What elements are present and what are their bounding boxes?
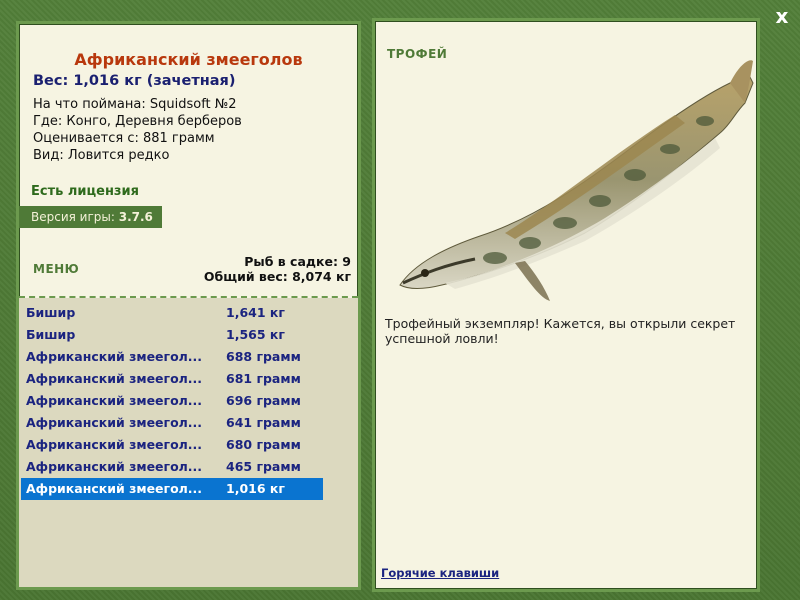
catch-weight: 680 грамм: [226, 437, 301, 452]
catch-weight: 641 грамм: [226, 415, 301, 430]
catch-weight: 1,641 кг: [226, 305, 285, 320]
version-label: Версия игры:: [31, 210, 115, 224]
catch-name: Африканский змеегол...: [26, 415, 203, 430]
catch-row[interactable]: Африканский змеегол... 696 грамм: [21, 390, 323, 412]
threshold-info: Оценивается с: 881 грамм: [33, 131, 215, 146]
license-status: Есть лицензия: [31, 184, 139, 199]
catch-name: Африканский змеегол...: [26, 459, 203, 474]
catch-row[interactable]: Африканский змеегол... 688 грамм: [21, 346, 323, 368]
catch-weight: 681 грамм: [226, 371, 301, 386]
catch-name: Африканский змеегол...: [26, 437, 203, 452]
catch-name: Бишир: [26, 327, 76, 342]
catch-name: Африканский змеегол...: [26, 371, 203, 386]
catch-weight: 465 грамм: [226, 459, 301, 474]
keep-count: Рыб в садке: 9: [244, 254, 351, 269]
catch-weight: 688 грамм: [226, 349, 301, 364]
catch-row[interactable]: Африканский змеегол... 680 грамм: [21, 434, 323, 456]
catch-name: Африканский змеегол...: [26, 393, 203, 408]
catch-row[interactable]: Африканский змеегол... 641 грамм: [21, 412, 323, 434]
catch-weight: 1,565 кг: [226, 327, 285, 342]
keep-total-weight: Общий вес: 8,074 кг: [203, 269, 351, 284]
catch-row[interactable]: Африканский змеегол... 465 грамм: [21, 456, 323, 478]
version-value: 3.7.6: [118, 210, 153, 224]
fish-title: Африканский змееголов: [74, 50, 303, 69]
catch-weight: 1,016 кг: [226, 481, 285, 496]
close-button[interactable]: x: [770, 4, 794, 28]
version-bar: Версия игры: 3.7.6: [19, 206, 162, 228]
fish-weight: Вес: 1,016 кг (зачетная): [33, 73, 236, 89]
snakehead-fish-image: [399, 60, 754, 301]
rarity-info: Вид: Ловится редко: [33, 148, 170, 163]
catch-info-panel: Африканский змееголов Вес: 1,016 кг (зач…: [16, 21, 361, 590]
bait-info: На что поймана: Squidsoft №2: [33, 97, 237, 112]
hotkeys-link[interactable]: Горячие клавиши: [381, 566, 499, 580]
trophy-panel: ТРОФЕЙ Трофейный экземпляр! Кажется, вы …: [372, 18, 760, 592]
menu-button[interactable]: МЕНЮ: [33, 262, 79, 276]
catch-name: Бишир: [26, 305, 76, 320]
catch-row[interactable]: Бишир 1,641 кг: [21, 302, 323, 324]
catch-row-selected[interactable]: Африканский змеегол... 1,016 кг: [21, 478, 323, 500]
catch-weight: 696 грамм: [226, 393, 301, 408]
catch-list: Бишир 1,641 кг Бишир 1,565 кг Африкански…: [19, 298, 358, 587]
location-info: Где: Конго, Деревня берберов: [33, 114, 242, 129]
keep-stats: Рыб в садке: 9 Общий вес: 8,074 кг: [204, 254, 351, 284]
catch-row[interactable]: Бишир 1,565 кг: [21, 324, 323, 346]
catch-row[interactable]: Африканский змеегол... 681 грамм: [21, 368, 323, 390]
trophy-message: Трофейный экземпляр! Кажется, вы открыли…: [385, 316, 736, 346]
catch-name: Африканский змеегол...: [26, 481, 203, 496]
catch-name: Африканский змеегол...: [26, 349, 203, 364]
